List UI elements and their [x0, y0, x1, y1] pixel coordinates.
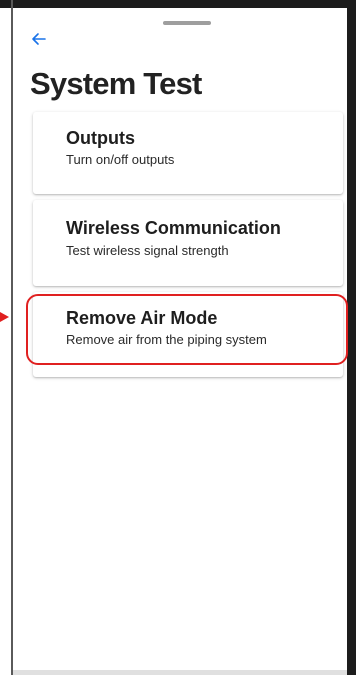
- menu-item-subtitle: Remove air from the piping system: [66, 332, 267, 347]
- menu-item-subtitle: Turn on/off outputs: [66, 152, 175, 167]
- sheet-drag-handle[interactable]: [163, 21, 211, 25]
- menu-item-remove-air-mode[interactable]: Remove Air Mode Remove air from the pipi…: [33, 292, 343, 377]
- arrow-left-icon[interactable]: [30, 30, 48, 48]
- pointer-arrow-icon: [0, 312, 9, 322]
- menu-item-outputs[interactable]: Outputs Turn on/off outputs: [33, 112, 343, 194]
- menu-item-title: Outputs: [66, 128, 135, 148]
- device-frame-top: [0, 0, 356, 8]
- device-frame-right: [347, 0, 356, 675]
- menu-item-title: Remove Air Mode: [66, 308, 218, 328]
- menu-item-subtitle: Test wireless signal strength: [66, 243, 229, 258]
- menu-item-wireless-communication[interactable]: Wireless Communication Test wireless sig…: [33, 200, 343, 286]
- device-frame-bottom: [13, 670, 347, 675]
- page-title: System Test: [30, 66, 202, 101]
- menu-item-title: Wireless Communication: [66, 218, 281, 238]
